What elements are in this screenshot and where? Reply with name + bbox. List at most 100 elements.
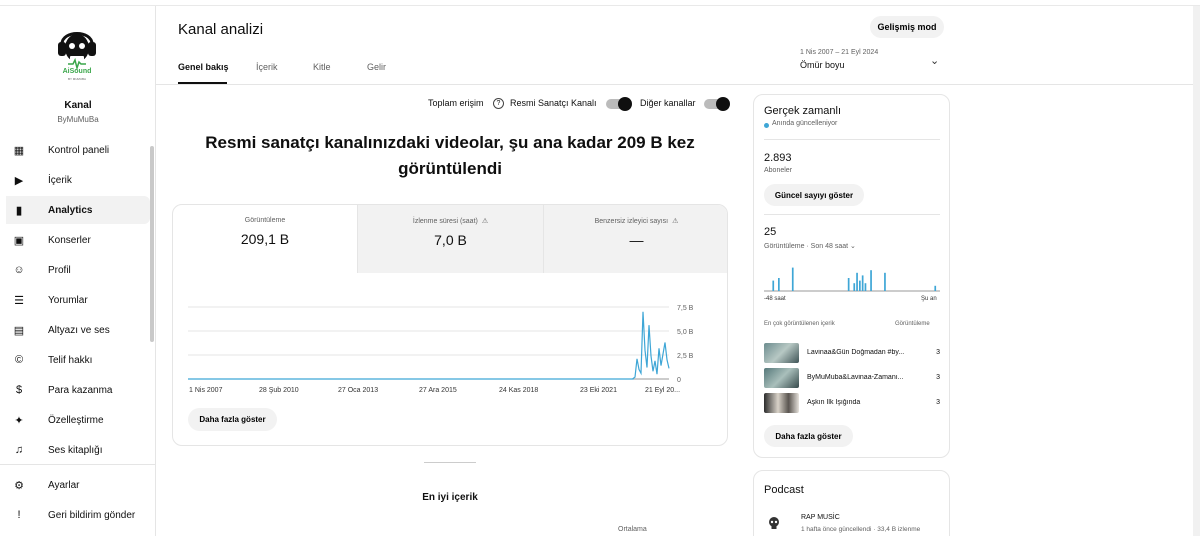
realtime-bar <box>853 283 856 291</box>
sidebar-item-concerts[interactable]: ▣ Konserler <box>6 226 150 254</box>
sidebar-item-analytics[interactable]: ▮ Analytics <box>6 196 150 224</box>
tab-overview[interactable]: Genel bakış <box>178 62 229 72</box>
realtime-updating: Anında güncelleniyor <box>772 120 838 127</box>
date-selector[interactable]: Ömür boyu <box>800 60 845 70</box>
channel-handle: ByMuMuBa <box>57 115 99 124</box>
realtime-bar <box>861 275 864 291</box>
video-title: Lavinaa&Gün Doğmadan #by... <box>807 349 905 356</box>
list-item[interactable]: Aşkın İlk Işığında 3 <box>764 393 940 413</box>
tab-revenue[interactable]: Gelir <box>367 62 386 72</box>
realtime-bar <box>934 285 937 291</box>
list-item[interactable]: ByMuMuba&Lavinaa-Zamanı... 3 <box>764 368 940 388</box>
analytics-icon: ▮ <box>15 204 23 217</box>
sidebar-scrollbar[interactable] <box>150 146 154 342</box>
other-channels-toggle[interactable] <box>704 97 730 111</box>
sidebar-item-subtitles[interactable]: ▤ Altyazı ve ses <box>6 316 150 344</box>
video-thumbnail <box>764 343 799 363</box>
headline: Resmi sanatçı kanalınızdaki videolar, şu… <box>205 133 695 178</box>
sidebar-item-comments[interactable]: ☰ Yorumlar <box>6 286 150 314</box>
monetization-icon: $ <box>15 384 23 396</box>
sidebar-item-label: Telif hakkı <box>48 354 93 366</box>
y-tick-label: 7,5 B <box>677 305 694 312</box>
realtime-bar <box>778 278 780 291</box>
live-dot-icon <box>764 123 769 128</box>
sidebar-item-label: Analytics <box>48 204 93 216</box>
realtime-bar <box>884 272 886 291</box>
realtime-bar <box>847 278 850 291</box>
sidebar-item-label: İçerik <box>48 174 72 186</box>
top-content-title: En iyi içerik <box>422 492 478 503</box>
sidebar-item-customization[interactable]: ✦ Özelleştirme <box>6 406 150 434</box>
sidebar-item-feedback[interactable]: ! Geri bildirim gönder <box>6 501 150 529</box>
podcast-meta: 1 hafta önce güncellendi · 33,4 B izlenm… <box>801 526 921 533</box>
list-item[interactable]: Lavinaa&Gün Doğmadan #by... 3 <box>764 343 940 363</box>
podcast-card: Podcast RAP MUSİC 1 hafta önce güncellen… <box>753 470 950 536</box>
metric-label: Benzersiz izleyici sayısı <box>594 218 669 225</box>
views-header: Görüntüleme <box>895 321 930 327</box>
video-thumbnail <box>764 393 799 413</box>
sidebar-item-label: Özelleştirme <box>48 414 104 426</box>
copyright-icon: © <box>14 354 24 366</box>
help-icon[interactable]: ? <box>493 98 504 109</box>
subtitles-icon: ▤ <box>13 324 25 337</box>
advanced-mode-button[interactable]: Gelişmiş mod <box>870 16 944 38</box>
feedback-icon: ! <box>17 509 21 521</box>
concerts-icon: ▣ <box>13 234 25 247</box>
dashboard-icon: ▦ <box>13 144 25 157</box>
podcast-title: Podcast <box>764 484 804 496</box>
header-divider <box>156 84 1200 85</box>
top-content-header: En çok görüntülenen içerik <box>764 321 835 327</box>
average-label: Ortalama <box>618 526 647 533</box>
sidebar-item-copyright[interactable]: © Telif hakkı <box>6 346 150 374</box>
video-views: 3 <box>936 399 940 406</box>
x-tick-label: 27 Oca 2013 <box>338 387 378 394</box>
show-more-button[interactable]: Daha fazla göster <box>188 408 277 431</box>
sidebar-item-dashboard[interactable]: ▦ Kontrol paneli <box>6 136 150 164</box>
sidebar-item-label: Kontrol paneli <box>48 144 110 156</box>
realtime-bar <box>772 280 775 291</box>
realtime-title: Gerçek zamanlı <box>764 105 842 117</box>
realtime-bar <box>791 267 794 291</box>
realtime-bar <box>870 270 872 291</box>
sidebar-item-profile[interactable]: ☺ Profil <box>6 256 150 284</box>
sidebar-item-content[interactable]: ▶ İçerik <box>6 166 150 194</box>
sidebar-item-monetization[interactable]: $ Para kazanma <box>6 376 150 404</box>
sidebar-item-settings[interactable]: ⚙ Ayarlar <box>6 471 150 499</box>
podcast-name[interactable]: RAP MUSİC <box>801 514 840 521</box>
x-tick-label: 1 Nis 2007 <box>189 387 223 394</box>
series-line <box>188 311 670 380</box>
realtime-views-value: 25 <box>764 226 777 238</box>
chevron-down-icon[interactable]: ⌄ <box>930 54 939 67</box>
show-more-button[interactable]: Daha fazla göster <box>764 425 853 447</box>
other-channels-label: Diğer kanallar <box>640 98 696 108</box>
page-scrollbar[interactable] <box>1193 6 1200 536</box>
sidebar-item-label: Para kazanma <box>48 384 113 396</box>
views-chart[interactable]: 7,5 B 5,0 B 2,5 B 0 1 Nis 2007 28 Şub 2010 27 … <box>183 300 719 400</box>
total-reach-label: Toplam erişim <box>428 98 484 108</box>
metric-label: Görüntüleme <box>244 217 286 224</box>
date-range[interactable]: 1 Nis 2007 – 21 Eyl 2024 <box>800 49 878 56</box>
realtime-bar-chart[interactable] <box>764 260 940 292</box>
official-artist-toggle[interactable] <box>606 97 632 111</box>
realtime-views-label[interactable]: Görüntüleme · Son 48 saat ⌄ <box>764 242 856 250</box>
tab-content[interactable]: İçerik <box>256 62 278 72</box>
realtime-bar <box>864 283 867 291</box>
x-tick-label: 28 Şub 2010 <box>259 387 299 394</box>
x-tick-label: 21 Eyl 20... <box>645 387 680 394</box>
subscribers-label: Aboneler <box>764 167 793 174</box>
customization-icon: ✦ <box>14 414 24 427</box>
x-tick-label: 23 Eki 2021 <box>580 387 617 394</box>
tab-audience[interactable]: Kitle <box>313 62 331 72</box>
metric-views[interactable]: Görüntüleme 209,1 B <box>173 205 357 273</box>
sidebar-item-label: Geri bildirim gönder <box>48 509 136 521</box>
video-title: ByMuMuba&Lavinaa-Zamanı... <box>807 374 904 381</box>
metric-watch-time[interactable]: İzlenme süresi (saat) ⚠ 7,0 B <box>357 205 543 273</box>
show-live-count-button[interactable]: Güncel sayıyı göster <box>764 184 864 206</box>
y-tick-label: 2,5 B <box>677 353 694 360</box>
channel-name: Kanal <box>64 100 92 111</box>
x-tick-label: 27 Ara 2015 <box>419 387 457 394</box>
metric-unique-viewers[interactable]: Benzersiz izleyici sayısı ⚠ — <box>543 205 727 273</box>
sidebar-item-audio-library[interactable]: ♫ Ses kitaplığı <box>6 436 150 464</box>
y-tick-label: 0 <box>677 377 681 384</box>
sidebar: AiSound BY MUMUBA Kanal ByMuMuBa ▦ Kontr… <box>0 6 156 536</box>
